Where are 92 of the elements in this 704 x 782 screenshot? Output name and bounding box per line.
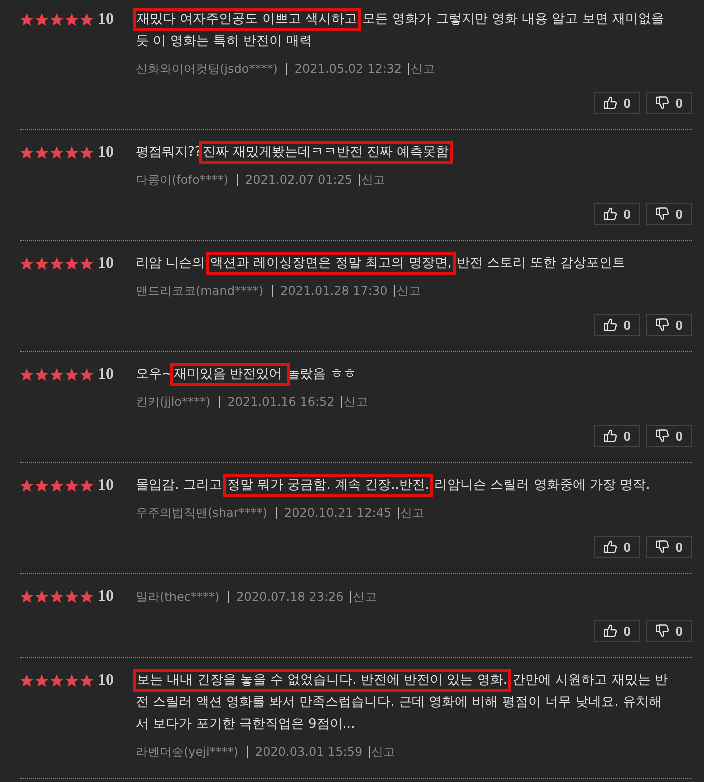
thumbs-up-icon — [603, 206, 618, 222]
star-icon — [35, 146, 49, 160]
star-icon — [50, 13, 64, 27]
star-icon — [65, 479, 79, 493]
rating-score: 10 — [97, 143, 115, 163]
star-icon — [65, 257, 79, 271]
star-icon — [65, 590, 79, 604]
like-button[interactable]: 0 — [594, 92, 640, 114]
like-button[interactable]: 0 — [594, 314, 640, 336]
star-icon — [35, 13, 49, 27]
report-link[interactable]: 신고 — [358, 174, 386, 186]
review-text: 몰입감. 그리고 정말 뭐가 궁금함. 계속 긴장..반전. 리암니슨 스릴러 영화중에 가장 명작. — [136, 475, 671, 497]
thumbs-up-icon — [603, 95, 618, 111]
thumbs-down-icon — [655, 317, 670, 333]
thumbs-down-icon — [655, 428, 670, 444]
report-link[interactable]: 신고 — [340, 396, 368, 408]
review-date: 2021.05.02 12:32 — [286, 63, 402, 75]
dislike-button[interactable]: 0 — [646, 536, 692, 558]
star-icon — [50, 479, 64, 493]
star-icon — [50, 146, 64, 160]
star-icon — [20, 146, 34, 160]
reviewer-name: 신화와이어컷팅(jsdo****) — [136, 61, 278, 78]
like-button[interactable]: 0 — [594, 536, 640, 558]
star-icon — [80, 146, 94, 160]
review-date: 2020.10.21 12:45 — [276, 507, 392, 519]
star-icon — [20, 590, 34, 604]
thumbs-down-icon — [655, 95, 670, 111]
report-link[interactable]: 신고 — [394, 285, 421, 297]
like-button[interactable]: 0 — [594, 203, 640, 225]
review-date: 2021.01.28 17:30 — [272, 285, 388, 297]
star-icon — [65, 368, 79, 382]
dislike-button[interactable]: 0 — [646, 314, 692, 336]
star-icon — [35, 674, 49, 688]
review-date: 2021.02.07 01:25 — [236, 174, 353, 186]
dislike-button[interactable]: 0 — [646, 620, 692, 642]
star-icon — [65, 13, 79, 27]
review-text: 평점뭐지??진짜 재밌게봤는데ㅋㅋ반전 진짜 예측못함 — [136, 142, 671, 164]
review-date: 2020.07.18 23:26 — [228, 591, 344, 603]
review-text: 보는 내내 긴장을 놓을 수 없었습니다. 반전에 반전이 있는 영화. 간만에 시원하고 재밌는 반전 스릴러 액션 영화를 봐서 만족스럽습니다. 근데 영화에 비해 평점이 너무 낮네요. 유치해서 보다가 포기한 극한직업은 9점이... — [136, 670, 671, 736]
rating-score: 10 — [97, 365, 115, 385]
star-icon — [80, 13, 94, 27]
star-icon — [65, 674, 79, 688]
star-icon — [35, 590, 49, 604]
thumbs-up-icon — [603, 623, 618, 639]
reviewer-name: 맨드리코코(mand****) — [136, 283, 264, 300]
star-icon — [80, 590, 94, 604]
rating-score: 10 — [97, 476, 115, 496]
star-icon — [50, 590, 64, 604]
thumbs-up-icon — [603, 428, 618, 444]
star-icon — [20, 479, 34, 493]
reviewer-name: 밀라(thec****) — [136, 589, 220, 606]
thumbs-down-icon — [655, 206, 670, 222]
thumbs-up-icon — [603, 317, 618, 333]
star-icon — [50, 257, 64, 271]
star-icon — [80, 479, 94, 493]
star-icon — [35, 368, 49, 382]
report-link[interactable]: 신고 — [398, 507, 425, 519]
reviewer-name: 다롱이(fofo****) — [136, 172, 228, 189]
dislike-button[interactable]: 0 — [646, 92, 692, 114]
reviewer-name: 우주의법칙맨(shar****) — [136, 505, 268, 522]
dislike-button[interactable]: 0 — [646, 425, 692, 447]
review-date: 2021.01.16 16:52 — [218, 396, 335, 408]
star-icon — [65, 146, 79, 160]
star-icon — [80, 674, 94, 688]
dislike-button[interactable]: 0 — [646, 203, 692, 225]
review-date: 2020.03.01 15:59 — [246, 746, 363, 758]
star-icon — [50, 368, 64, 382]
star-icon — [80, 257, 94, 271]
report-link[interactable]: 신고 — [350, 591, 377, 603]
like-button[interactable]: 0 — [594, 620, 640, 642]
star-icon — [20, 13, 34, 27]
star-icon — [20, 257, 34, 271]
star-icon — [50, 674, 64, 688]
report-link[interactable]: 신고 — [368, 746, 396, 758]
thumbs-up-icon — [603, 539, 618, 555]
rating-score: 10 — [97, 10, 115, 30]
review-text: 재밌다 여자주인공도 이쁘고 색시하고 모든 영화가 그렇지만 영화 내용 알고 보면 재미없을 듯 이 영화는 특히 반전이 매력 — [136, 9, 671, 53]
reviewer-name: 라벤더숲(yeji****) — [136, 744, 239, 761]
star-icon — [20, 674, 34, 688]
thumbs-down-icon — [655, 539, 670, 555]
rating-score: 10 — [97, 254, 115, 274]
star-icon — [80, 368, 94, 382]
thumbs-down-icon — [655, 623, 670, 639]
star-icon — [35, 257, 49, 271]
like-button[interactable]: 0 — [594, 425, 640, 447]
rating-score: 10 — [97, 671, 115, 691]
report-link[interactable]: 신고 — [408, 63, 436, 75]
star-icon — [35, 479, 49, 493]
review-text: 리암 니슨의 액션과 레이싱장면은 정말 최고의 명장면, 반전 스토리 또한 감상포인트 — [136, 253, 671, 275]
star-icon — [20, 368, 34, 382]
reviewer-name: 킨키(jjlo****) — [136, 394, 211, 411]
rating-score: 10 — [97, 587, 115, 607]
